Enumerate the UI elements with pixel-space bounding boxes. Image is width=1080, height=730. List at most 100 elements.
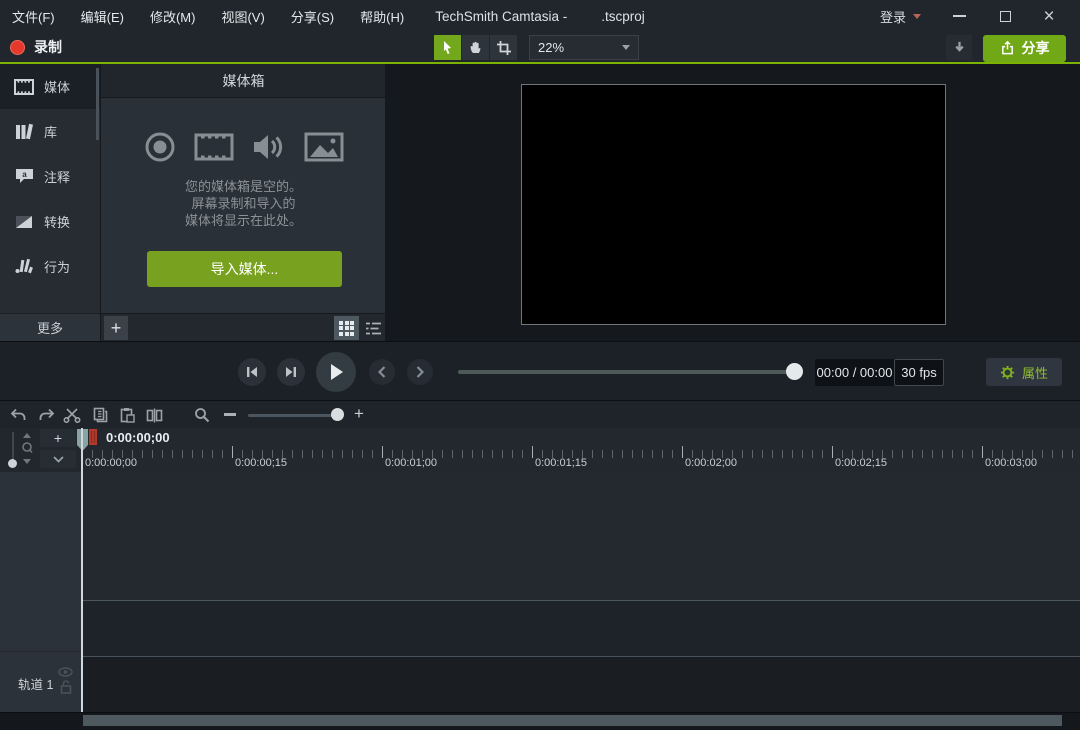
canvas-tools xyxy=(434,35,517,60)
undo-button[interactable] xyxy=(8,406,28,424)
menu-share[interactable]: 分享(S) xyxy=(291,7,334,26)
redo-button[interactable] xyxy=(36,406,56,424)
next-button[interactable] xyxy=(407,359,433,385)
media-bin-header: 媒体箱 xyxy=(101,64,386,98)
ruler-label: 0:00:03;00 xyxy=(985,457,1037,469)
vertical-zoom-icon xyxy=(21,433,33,470)
sidebar-item-behaviors[interactable]: 行为 xyxy=(0,244,100,289)
sign-in-label: 登录 xyxy=(880,7,906,26)
track-divider xyxy=(0,651,82,652)
sidebar-item-media[interactable]: 媒体 xyxy=(0,64,100,109)
export-icon xyxy=(1000,40,1015,56)
sidebar-item-label: 转换 xyxy=(44,212,70,231)
track-1-label[interactable]: 轨道 1 xyxy=(18,674,53,693)
chevron-down-icon xyxy=(622,45,630,50)
paste-button[interactable] xyxy=(117,406,137,424)
ruler-label: 0:00:02;00 xyxy=(685,457,737,469)
canvas-zoom-dropdown[interactable]: 22% xyxy=(529,35,639,60)
previous-button[interactable] xyxy=(369,359,395,385)
properties-label: 属性 xyxy=(1022,363,1048,382)
minimize-button[interactable] xyxy=(944,0,974,32)
record-button[interactable]: 录制 xyxy=(10,32,62,62)
split-icon xyxy=(146,408,163,423)
preview-canvas[interactable] xyxy=(521,84,946,325)
menu-edit[interactable]: 编辑(E) xyxy=(81,7,124,26)
timeline-zoom-slider-track[interactable] xyxy=(248,414,340,417)
canvas-zoom-value: 22% xyxy=(538,40,564,55)
crop-tool-button[interactable] xyxy=(490,35,517,60)
share-button[interactable]: 分享 xyxy=(983,35,1066,62)
fps-display[interactable]: 30 fps xyxy=(894,359,944,386)
share-label: 分享 xyxy=(1022,38,1050,58)
zoom-out-button[interactable] xyxy=(224,413,236,416)
play-button[interactable] xyxy=(316,352,356,392)
chevron-left-icon xyxy=(378,366,386,378)
track-height-slider-thumb[interactable] xyxy=(8,459,17,468)
menu-file[interactable]: 文件(F) xyxy=(12,7,55,26)
crop-icon xyxy=(496,40,512,56)
close-icon: × xyxy=(1043,7,1054,26)
list-view-button[interactable] xyxy=(361,316,385,340)
step-forward-icon xyxy=(284,366,298,378)
import-media-button[interactable]: 导入媒体... xyxy=(147,251,342,287)
track-options-button[interactable] xyxy=(40,450,76,468)
sidebar-item-transitions[interactable]: 转换 xyxy=(0,199,100,244)
scissors-icon xyxy=(63,407,81,423)
timeline-zoom-slider-thumb[interactable] xyxy=(331,408,344,421)
pan-tool-button[interactable] xyxy=(462,35,489,60)
record-label: 录制 xyxy=(34,37,62,57)
main-toolbar: 录制 22% 分享 xyxy=(0,32,1080,64)
plus-icon: + xyxy=(111,318,122,339)
step-back-icon xyxy=(245,366,259,378)
playhead-line[interactable] xyxy=(81,428,83,712)
audio-speaker-icon xyxy=(251,130,287,164)
add-media-button[interactable]: + xyxy=(104,316,128,340)
menu-modify[interactable]: 修改(M) xyxy=(150,7,196,26)
track-slot-upper[interactable] xyxy=(82,601,1080,656)
download-button[interactable] xyxy=(946,35,972,60)
ruler-label: 0:00:00;15 xyxy=(235,457,287,469)
chevron-right-icon xyxy=(416,366,424,378)
menu-help[interactable]: 帮助(H) xyxy=(360,7,404,26)
copy-button[interactable] xyxy=(90,406,110,424)
timeline-scrollbar-thumb[interactable] xyxy=(83,715,1062,726)
chevron-down-icon xyxy=(913,14,921,19)
cut-button[interactable] xyxy=(62,406,82,424)
current-time: 00:00 / 00:00 xyxy=(815,365,894,380)
time-display: 00:00 / 00:00 30 fps xyxy=(815,359,944,386)
sign-in-menu[interactable]: 登录 xyxy=(880,0,921,32)
split-button[interactable] xyxy=(144,406,164,424)
menu-bar: 文件(F) 编辑(E) 修改(M) 视图(V) 分享(S) 帮助(H) xyxy=(12,0,404,32)
media-bin-title: 媒体箱 xyxy=(223,71,265,91)
add-track-button[interactable]: + xyxy=(40,429,76,447)
ruler-label: 0:00:00;00 xyxy=(85,457,137,469)
maximize-button[interactable] xyxy=(990,0,1020,32)
sidebar-item-annotations[interactable]: a 注释 xyxy=(0,154,100,199)
eye-icon xyxy=(58,667,73,677)
image-icon xyxy=(304,130,344,164)
filmstrip-icon xyxy=(13,77,35,97)
zoom-in-button[interactable]: + xyxy=(354,404,364,424)
step-back-button[interactable] xyxy=(238,358,266,386)
step-forward-button[interactable] xyxy=(277,358,305,386)
menu-view[interactable]: 视图(V) xyxy=(221,7,264,26)
properties-button[interactable]: 属性 xyxy=(986,358,1062,386)
close-button[interactable]: × xyxy=(1034,0,1064,32)
copy-icon xyxy=(93,407,108,423)
grid-view-button[interactable] xyxy=(334,316,359,340)
timeline-zoom-button[interactable] xyxy=(192,406,212,424)
sidebar-scrollbar[interactable] xyxy=(96,68,99,140)
sidebar-item-label: 行为 xyxy=(44,257,70,276)
sidebar-item-label: 注释 xyxy=(44,167,70,186)
select-tool-button[interactable] xyxy=(434,35,461,60)
sidebar-item-library[interactable]: 库 xyxy=(0,109,100,154)
track-1-lane[interactable] xyxy=(82,657,1080,712)
paste-icon xyxy=(120,407,135,423)
timeline-ruler[interactable]: 0:00:00;00 0:00:00;15 0:00:01;00 0:00:01… xyxy=(82,428,1080,472)
sidebar-more-button[interactable]: 更多 xyxy=(0,313,100,341)
seek-slider-track[interactable] xyxy=(458,370,796,374)
timeline-empty-area[interactable] xyxy=(82,472,1080,600)
canvas-area xyxy=(385,64,1080,341)
track-lock-toggle[interactable] xyxy=(60,680,72,699)
seek-slider-thumb[interactable] xyxy=(786,363,803,380)
